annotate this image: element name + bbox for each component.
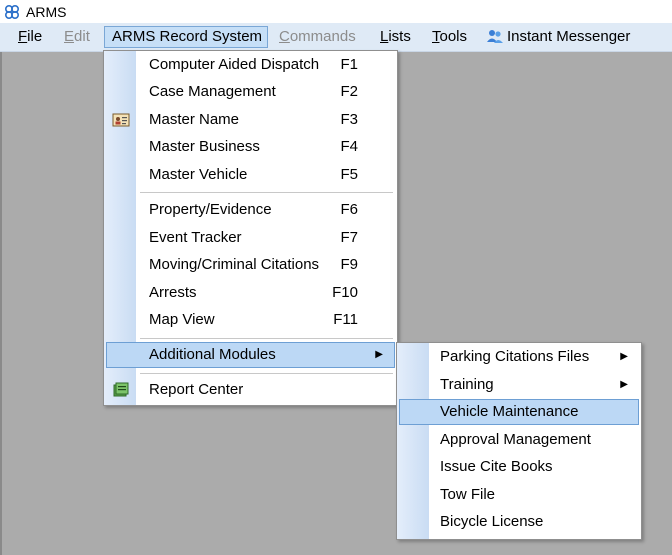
menu-item-approval-management[interactable]: Approval Management (399, 427, 639, 453)
id-card-icon (112, 113, 130, 127)
menu-separator (140, 373, 393, 374)
menu-item-vehicle-maintenance[interactable]: Vehicle Maintenance (399, 399, 639, 425)
menu-item-tow-file[interactable]: Tow File (399, 482, 639, 508)
arms-record-system-menu: Computer Aided Dispatch F1 Case Manageme… (103, 50, 398, 406)
menu-item-property-evidence[interactable]: Property/Evidence F6 (106, 197, 395, 223)
menu-file[interactable]: File (11, 26, 49, 48)
menu-item-computer-aided-dispatch[interactable]: Computer Aided Dispatch F1 (106, 52, 395, 78)
menu-item-training[interactable]: Training ▶ (399, 372, 639, 398)
submenu-arrow-icon: ▶ (620, 379, 628, 390)
menu-separator (140, 338, 393, 339)
additional-modules-submenu: Parking Citations Files ▶ Training ▶ Veh… (396, 342, 642, 540)
window-title: ARMS (26, 3, 67, 20)
messenger-icon (487, 30, 503, 43)
menu-item-additional-modules[interactable]: Additional Modules ▶ (106, 342, 395, 368)
menu-commands[interactable]: Commands (272, 26, 363, 48)
menu-item-map-view[interactable]: Map View F11 (106, 307, 395, 333)
submenu-arrow-icon: ▶ (375, 349, 383, 360)
menu-item-parking-citations-files[interactable]: Parking Citations Files ▶ (399, 344, 639, 370)
title-bar: ARMS (0, 0, 672, 23)
menu-tools[interactable]: Tools (425, 26, 474, 48)
menu-arms-record-system[interactable]: ARMS Record System (104, 26, 268, 48)
menu-item-master-name[interactable]: Master Name F3 (106, 107, 395, 133)
menu-item-case-management[interactable]: Case Management F2 (106, 79, 395, 105)
menu-item-report-center[interactable]: Report Center (106, 377, 395, 403)
menu-separator (140, 192, 393, 193)
menu-item-bicycle-license[interactable]: Bicycle License (399, 509, 639, 535)
menu-item-moving-criminal-citations[interactable]: Moving/Criminal Citations F9 (106, 252, 395, 278)
arms-app-icon (4, 4, 20, 19)
menu-lists[interactable]: Lists (373, 26, 418, 48)
report-center-icon (113, 382, 129, 397)
menu-item-event-tracker[interactable]: Event Tracker F7 (106, 225, 395, 251)
submenu-arrow-icon: ▶ (620, 351, 628, 362)
menu-item-master-business[interactable]: Master Business F4 (106, 134, 395, 160)
menu-edit[interactable]: Edit (57, 26, 97, 48)
menu-item-arrests[interactable]: Arrests F10 (106, 280, 395, 306)
menu-instant-messenger[interactable]: Instant Messenger (479, 26, 637, 48)
menu-bar: File Edit ARMS Record System Commands Li… (0, 23, 672, 52)
menu-item-master-vehicle[interactable]: Master Vehicle F5 (106, 162, 395, 188)
menu-item-issue-cite-books[interactable]: Issue Cite Books (399, 454, 639, 480)
